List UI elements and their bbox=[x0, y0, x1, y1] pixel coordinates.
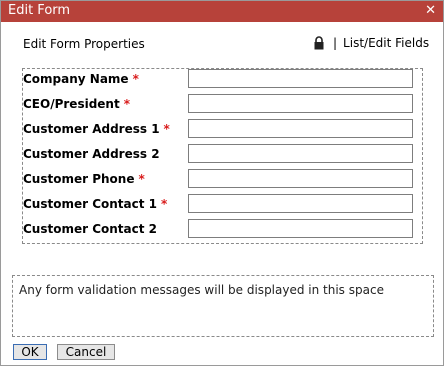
ceo-president-input[interactable] bbox=[188, 94, 413, 113]
field-label: Customer Address 2 bbox=[23, 147, 160, 161]
field-label: Customer Contact 2 bbox=[23, 222, 158, 236]
field-label: Customer Phone * bbox=[23, 172, 145, 186]
field-label: Customer Contact 1 * bbox=[23, 197, 168, 211]
required-marker: * bbox=[138, 172, 145, 186]
customer-address-1-input[interactable] bbox=[188, 119, 413, 138]
field-label: Customer Address 1 * bbox=[23, 122, 170, 136]
field-toolbar: | List/Edit Fields bbox=[313, 36, 429, 50]
field-label: Company Name * bbox=[23, 72, 139, 86]
toolbar-separator: | bbox=[333, 36, 338, 50]
form-properties-label: Edit Form Properties bbox=[23, 37, 145, 51]
customer-address-2-input[interactable] bbox=[188, 144, 413, 163]
field-row-customer-contact-2: Customer Contact 2 bbox=[23, 219, 422, 239]
close-icon[interactable]: ✕ bbox=[425, 2, 436, 19]
list-edit-fields-link[interactable]: List/Edit Fields bbox=[343, 36, 429, 50]
customer-phone-input[interactable] bbox=[188, 169, 413, 188]
customer-contact-2-input[interactable] bbox=[188, 219, 413, 238]
form-fields-area: Company Name * CEO/President * Customer Ad… bbox=[22, 68, 423, 244]
edit-form-dialog: Edit Form ✕ Edit Form Properties | List/… bbox=[0, 0, 444, 366]
company-name-input[interactable] bbox=[188, 69, 413, 88]
cancel-button[interactable]: Cancel bbox=[57, 344, 115, 360]
field-label: CEO/President * bbox=[23, 97, 130, 111]
required-marker: * bbox=[123, 97, 130, 111]
field-row-company-name: Company Name * bbox=[23, 69, 422, 89]
customer-contact-1-input[interactable] bbox=[188, 194, 413, 213]
required-marker: * bbox=[161, 197, 168, 211]
field-row-customer-address-1: Customer Address 1 * bbox=[23, 119, 422, 139]
validation-message-area: Any form validation messages will be dis… bbox=[12, 275, 434, 337]
required-marker: * bbox=[163, 122, 170, 136]
title-bar[interactable]: Edit Form ✕ bbox=[1, 1, 443, 22]
validation-message: Any form validation messages will be dis… bbox=[19, 283, 384, 297]
required-marker: * bbox=[132, 72, 139, 86]
field-row-customer-phone: Customer Phone * bbox=[23, 169, 422, 189]
field-row-customer-address-2: Customer Address 2 bbox=[23, 144, 422, 164]
field-row-customer-contact-1: Customer Contact 1 * bbox=[23, 194, 422, 214]
window-title: Edit Form bbox=[8, 3, 71, 18]
ok-button[interactable]: OK bbox=[13, 344, 47, 360]
field-row-ceo-president: CEO/President * bbox=[23, 94, 422, 114]
lock-icon[interactable] bbox=[313, 36, 325, 50]
